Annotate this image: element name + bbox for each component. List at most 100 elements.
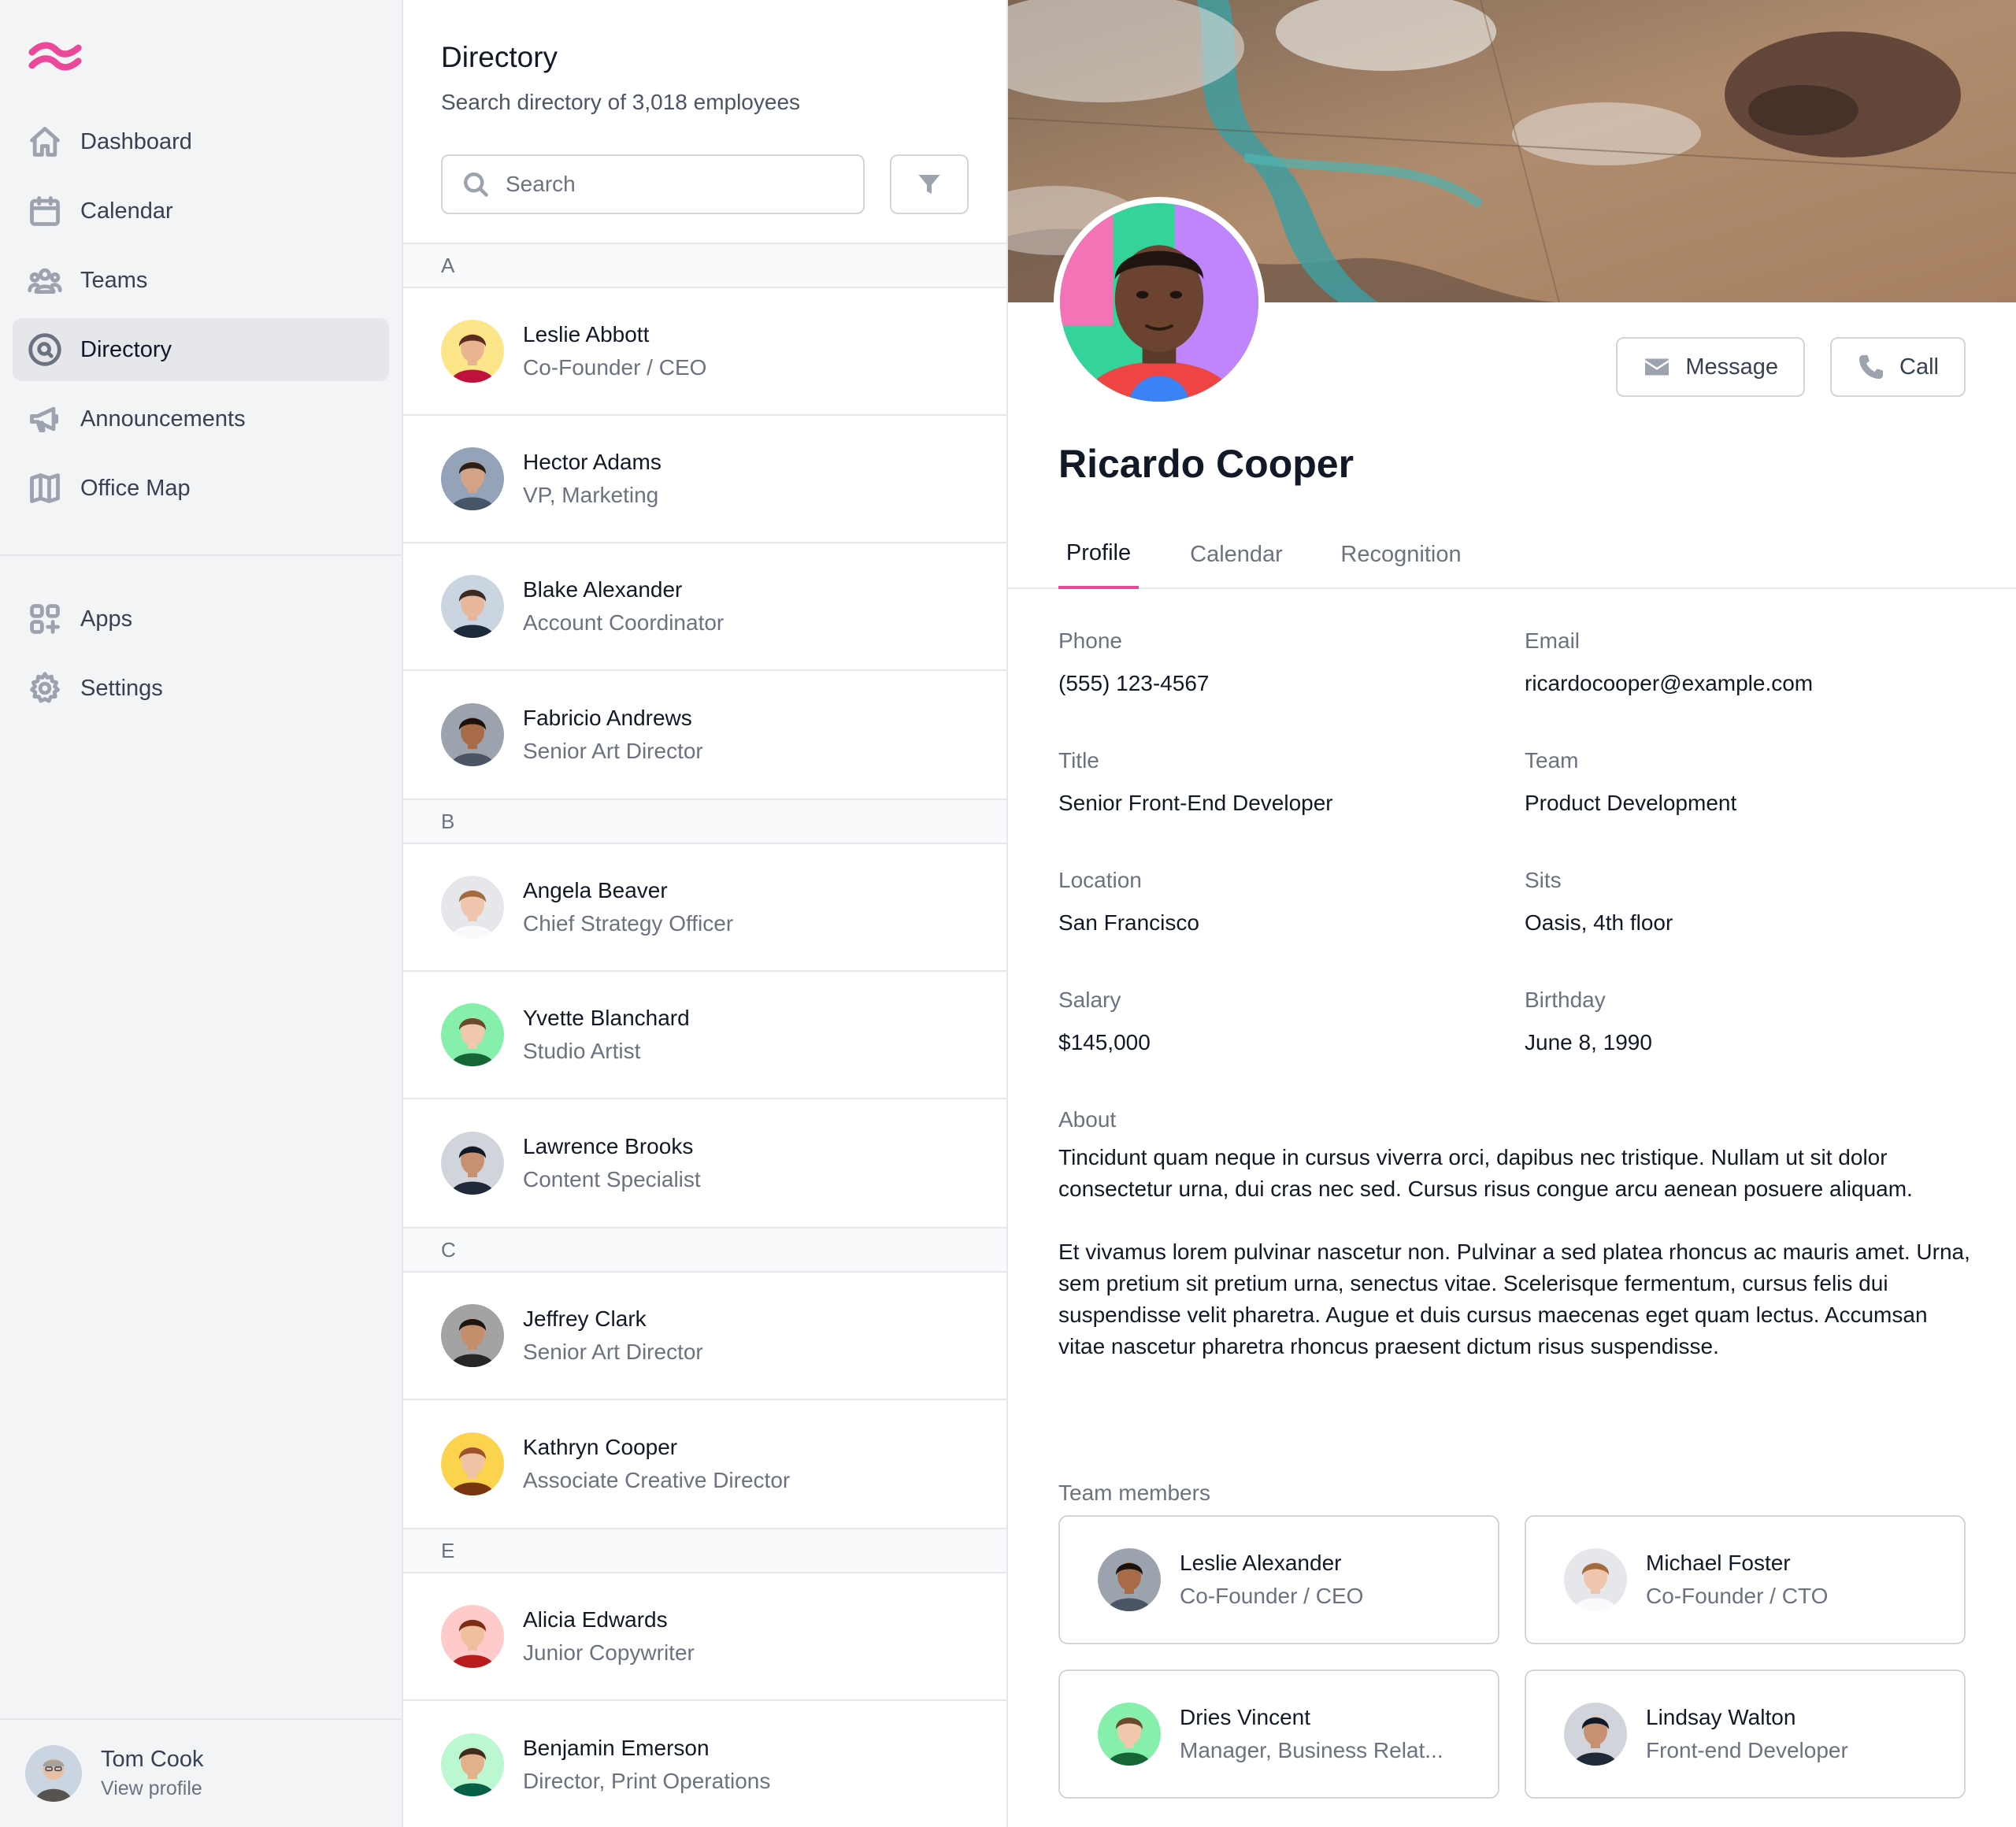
- nav-item-settings[interactable]: Settings: [13, 657, 389, 720]
- directory-title: Directory: [441, 41, 558, 73]
- tailwind-logo[interactable]: [25, 35, 85, 79]
- person-text: Leslie Abbott Co-Founder / CEO: [523, 322, 706, 380]
- list-item[interactable]: Kathryn Cooper Associate Creative Directo…: [403, 1400, 1006, 1528]
- person-role: VP, Marketing: [523, 483, 659, 507]
- directory-group: Leslie Abbott Co-Founder / CEO Hector Adam…: [403, 288, 1006, 799]
- team-member-name: Lindsay Walton: [1646, 1705, 1796, 1729]
- team-member-card[interactable]: Leslie Alexander Co-Founder / CEO: [1058, 1515, 1499, 1644]
- team-member-role: Co-Founder / CTO: [1646, 1584, 1829, 1608]
- team-member-role: Manager, Business Relat...: [1180, 1738, 1443, 1762]
- field-label: Title: [1058, 748, 1099, 773]
- team-member-role: Co-Founder / CEO: [1180, 1584, 1364, 1608]
- person-role: Junior Copywriter: [523, 1640, 695, 1665]
- field-value: (555) 123-4567: [1058, 671, 1210, 695]
- nav-item-teams[interactable]: Teams: [13, 249, 389, 312]
- team-member-text: Lindsay Walton Front-end Developer: [1646, 1705, 1848, 1763]
- user-profile-link[interactable]: Tom Cook View profile: [0, 1718, 402, 1827]
- filter-button[interactable]: [890, 154, 969, 214]
- view-profile-link[interactable]: View profile: [101, 1777, 204, 1800]
- person-name: Lawrence Brooks: [523, 1134, 694, 1158]
- team-member-card[interactable]: Michael Foster Co-Founder / CTO: [1525, 1515, 1966, 1644]
- user-name: Tom Cook: [101, 1747, 204, 1772]
- field-label: Birthday: [1525, 988, 1606, 1012]
- nav-item-dashboard[interactable]: Dashboard: [13, 110, 389, 173]
- search-field[interactable]: [441, 154, 865, 214]
- nav-label: Calendar: [80, 198, 173, 224]
- field-label: Salary: [1058, 988, 1121, 1012]
- list-item[interactable]: Alicia Edwards Junior Copywriter: [403, 1573, 1006, 1701]
- avatar: [441, 1132, 504, 1195]
- gear-icon: [27, 670, 63, 706]
- field-location: Location San Francisco: [1058, 868, 1499, 936]
- nav-item-calendar[interactable]: Calendar: [13, 180, 389, 243]
- nav-item-directory[interactable]: Directory: [13, 318, 389, 381]
- profile-tabs: Profile Calendar Recognition: [1008, 520, 2016, 589]
- list-item[interactable]: Lawrence Brooks Content Specialist: [403, 1099, 1006, 1227]
- list-item[interactable]: Leslie Abbott Co-Founder / CEO: [403, 288, 1006, 416]
- person-name: Alicia Edwards: [523, 1607, 668, 1632]
- person-text: Blake Alexander Account Coordinator: [523, 577, 724, 636]
- directory-group: Jeffrey Clark Senior Art Director Kathryn …: [403, 1273, 1006, 1528]
- nav-item-apps[interactable]: Apps: [13, 587, 389, 650]
- message-button[interactable]: Message: [1616, 337, 1806, 397]
- avatar: [441, 575, 504, 638]
- avatar: [441, 1733, 504, 1796]
- list-item[interactable]: Benjamin Emerson Director, Print Operatio…: [403, 1701, 1006, 1827]
- tab-calendar[interactable]: Calendar: [1186, 520, 1287, 589]
- field-value: San Francisco: [1058, 910, 1199, 935]
- list-item[interactable]: Angela Beaver Chief Strategy Officer: [403, 844, 1006, 972]
- person-role: Senior Art Director: [523, 739, 703, 763]
- team-member-name: Dries Vincent: [1180, 1705, 1311, 1729]
- call-button[interactable]: Call: [1830, 337, 1966, 397]
- avatar: [441, 703, 504, 766]
- about-label: About: [1058, 1107, 1117, 1132]
- call-label: Call: [1899, 354, 1939, 380]
- about-paragraph: Tincidunt quam neque in cursus viverra o…: [1058, 1145, 1913, 1201]
- field-title: Title Senior Front-End Developer: [1058, 748, 1499, 816]
- avatar: [441, 1605, 504, 1668]
- phone-icon: [1859, 355, 1884, 379]
- profile-actions: Message Call: [1591, 337, 1966, 397]
- users-icon: [27, 262, 63, 298]
- team-member-card[interactable]: Lindsay Walton Front-end Developer: [1525, 1670, 1966, 1799]
- letter-header: E: [403, 1528, 1006, 1573]
- search-row: [441, 154, 969, 214]
- field-value: Senior Front-End Developer: [1058, 791, 1333, 815]
- list-item[interactable]: Blake Alexander Account Coordinator: [403, 543, 1006, 671]
- avatar: [441, 1304, 504, 1367]
- nav-label: Dashboard: [80, 128, 192, 154]
- message-label: Message: [1685, 354, 1779, 380]
- avatar: [441, 320, 504, 383]
- field-salary: Salary $145,000: [1058, 988, 1499, 1055]
- list-item[interactable]: Yvette Blanchard Studio Artist: [403, 972, 1006, 1099]
- nav-label: Directory: [80, 336, 172, 362]
- field-label: Email: [1525, 628, 1581, 653]
- person-name: Hector Adams: [523, 450, 662, 474]
- profile-avatar: [1054, 197, 1265, 408]
- person-name: Benjamin Emerson: [523, 1736, 710, 1760]
- person-role: Associate Creative Director: [523, 1468, 791, 1492]
- avatar: [441, 1003, 504, 1066]
- person-text: Fabricio Andrews Senior Art Director: [523, 706, 703, 764]
- list-item[interactable]: Hector Adams VP, Marketing: [403, 416, 1006, 543]
- main-nav: Dashboard Calendar Teams Directory Annou…: [13, 110, 389, 526]
- person-name: Blake Alexander: [523, 577, 683, 602]
- nav-item-office-map[interactable]: Office Map: [13, 457, 389, 520]
- about-section: About Tincidunt quam neque in cursus viv…: [1058, 1107, 1972, 1362]
- list-item[interactable]: Jeffrey Clark Senior Art Director: [403, 1273, 1006, 1400]
- list-item[interactable]: Fabricio Andrews Senior Art Director: [403, 671, 1006, 799]
- nav-item-announcements[interactable]: Announcements: [13, 387, 389, 450]
- field-label: Phone: [1058, 628, 1122, 653]
- tab-profile[interactable]: Profile: [1058, 520, 1139, 589]
- avatar: [1564, 1548, 1627, 1611]
- team-member-card[interactable]: Dries Vincent Manager, Business Relat...: [1058, 1670, 1499, 1799]
- field-email: Email ricardocooper@example.com: [1525, 628, 1966, 696]
- person-text: Hector Adams VP, Marketing: [523, 450, 662, 508]
- nav-label: Teams: [80, 267, 148, 293]
- tab-recognition[interactable]: Recognition: [1334, 520, 1468, 589]
- person-text: Angela Beaver Chief Strategy Officer: [523, 878, 733, 936]
- team-member-name: Michael Foster: [1646, 1551, 1791, 1575]
- person-role: Co-Founder / CEO: [523, 355, 707, 380]
- field-birthday: Birthday June 8, 1990: [1525, 988, 1966, 1055]
- search-input[interactable]: [506, 172, 852, 197]
